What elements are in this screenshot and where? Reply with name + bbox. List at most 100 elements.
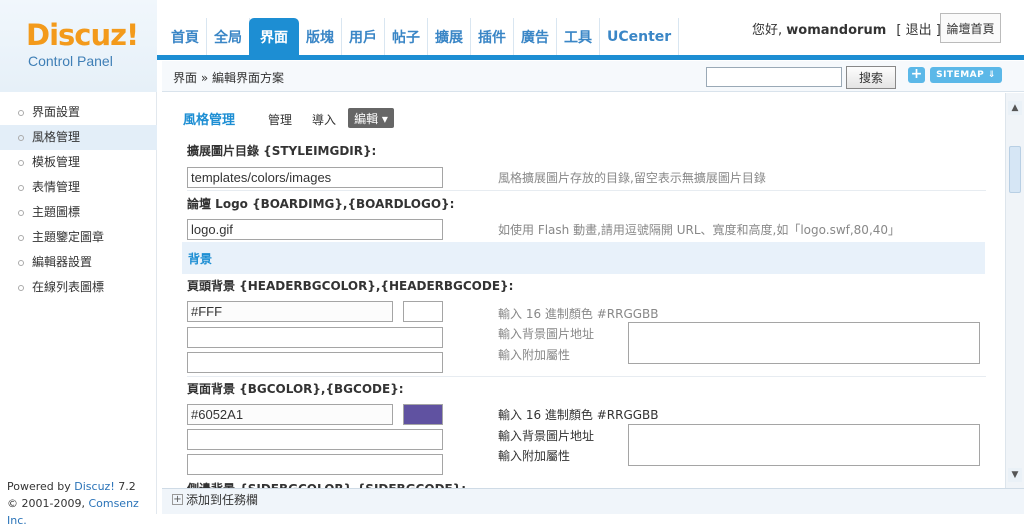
bullet-icon: [18, 284, 24, 291]
tab-8[interactable]: 廣告: [514, 18, 557, 56]
bullet-icon: [18, 234, 24, 241]
greeting: 您好,: [752, 23, 783, 38]
sidebar-item-2[interactable]: 模板管理: [0, 150, 157, 175]
pagebg-label: 頁面背景 {BGCOLOR},{BGCODE}:: [187, 382, 404, 396]
sidebar-item-5[interactable]: 主題鑒定圖章: [0, 225, 157, 250]
tab-5[interactable]: 帖子: [385, 18, 428, 56]
sidebar-item-label: 主題圖標: [32, 205, 81, 219]
main-content: 風格管理 管理 導入 編輯 ▾ 擴展圖片目錄 {STYLEIMGDIR}: 風格…: [162, 93, 1005, 488]
search-input[interactable]: [706, 67, 842, 87]
sidebg-label: 側邊背景 {SIDEBGCOLOR},{SIDEBGCODE}:: [187, 480, 466, 488]
sidebar-item-label: 在線列表圖標: [32, 280, 105, 294]
page-title: 風格管理: [183, 113, 236, 128]
bullet-icon: [18, 209, 24, 216]
sidebar-item-label: 表情管理: [32, 180, 81, 194]
taskbar: + 添加到任務欄: [162, 488, 1024, 514]
scroll-thumb[interactable]: [1009, 146, 1021, 193]
pagebg-color-swatch[interactable]: [403, 404, 443, 425]
logout-link[interactable]: [ 退出 ]: [896, 23, 940, 38]
sidebar-item-1[interactable]: 風格管理: [0, 125, 157, 150]
add-icon[interactable]: +: [172, 494, 183, 505]
headerbg-attr-input[interactable]: [187, 352, 443, 373]
tab-6[interactable]: 擴展: [428, 18, 471, 56]
tab-7[interactable]: 插件: [471, 18, 514, 56]
bullet-icon: [18, 109, 24, 116]
styleimgdir-input[interactable]: [187, 167, 443, 188]
edit-dropdown[interactable]: 編輯 ▾: [348, 108, 394, 128]
pagebg-color-input[interactable]: [187, 404, 393, 425]
bullet-icon: [18, 184, 24, 191]
add-shortcut-icon[interactable]: +: [908, 67, 925, 83]
sidebar-item-label: 風格管理: [32, 130, 81, 144]
headerbg-image-input[interactable]: [187, 327, 443, 348]
headerbg-hint-color: 輸入 16 進制顏色 #RRGGBB: [498, 307, 659, 321]
section-header-background: 背景: [182, 242, 985, 274]
pagebg-hint-image: 輸入背景圖片地址: [498, 429, 595, 443]
sidebar-item-label: 界面設置: [32, 105, 81, 119]
logo[interactable]: Discuz! Control Panel: [0, 0, 157, 92]
tab-0[interactable]: 首頁: [164, 18, 207, 56]
sidebar-item-label: 主題鑒定圖章: [32, 230, 105, 244]
headerbg-label: 頁頭背景 {HEADERBGCOLOR},{HEADERBGCODE}:: [187, 279, 514, 293]
forum-home-button[interactable]: 論壇首頁: [940, 13, 1001, 43]
bullet-icon: [18, 259, 24, 266]
headerbg-hint-attr: 輸入附加屬性: [498, 348, 571, 362]
section-title: 背景: [188, 252, 213, 266]
divider: [187, 376, 986, 377]
user-info: 您好, womandorum [ 退出 ]: [752, 19, 941, 38]
powered-version: 7.2: [114, 480, 136, 493]
styleimgdir-label: 擴展圖片目錄 {STYLEIMGDIR}:: [187, 144, 377, 158]
search-button[interactable]: 搜索: [846, 66, 896, 89]
boardimg-input[interactable]: [187, 219, 443, 240]
pagebg-attr-input[interactable]: [187, 454, 443, 475]
headerbg-attr-textarea[interactable]: [628, 322, 980, 364]
headerbg-hint-image: 輸入背景圖片地址: [498, 327, 595, 341]
boardimg-hint: 如使用 Flash 動畫,請用逗號隔開 URL、寬度和高度,如「logo.swf…: [498, 223, 901, 237]
powered-prefix: Powered by: [7, 480, 75, 493]
sidebar-item-label: 編輯器設置: [32, 255, 93, 269]
powered-by: Powered by Discuz! 7.2 © 2001-2009, Coms…: [7, 478, 156, 529]
sub-bar: 界面 » 編輯界面方案 搜索 + SITEMAP ⇓: [162, 61, 1024, 92]
sidebar-menu: 界面設置風格管理模板管理表情管理主題圖標主題鑒定圖章 編輯器設置在線列表圖標: [0, 100, 157, 300]
bullet-icon: [18, 159, 24, 166]
add-to-taskbar-link[interactable]: 添加到任務欄: [186, 491, 258, 508]
import-link[interactable]: 導入: [312, 111, 336, 128]
nav-underline: [157, 55, 1024, 60]
styleimgdir-hint: 風格擴展圖片存放的目錄,留空表示無擴展圖片目錄: [498, 171, 766, 185]
boardimg-label: 論壇 Logo {BOARDIMG},{BOARDLOGO}:: [187, 197, 455, 211]
tab-4[interactable]: 用戶: [342, 18, 385, 56]
bullet-icon: [18, 134, 24, 141]
logo-subtitle: Control Panel: [28, 53, 113, 69]
pagebg-attr-textarea[interactable]: [628, 424, 980, 466]
username: womandorum: [786, 23, 887, 38]
pagebg-hint-attr: 輸入附加屬性: [498, 449, 571, 463]
content-scrollbar[interactable]: ▲ ▼: [1005, 93, 1024, 490]
logo-brand: Discuz!: [26, 18, 139, 52]
headerbg-color-swatch[interactable]: [403, 301, 443, 322]
sidebar: 界面設置風格管理模板管理表情管理主題圖標主題鑒定圖章 編輯器設置在線列表圖標 Po…: [0, 92, 157, 527]
tab-3[interactable]: 版塊: [299, 18, 342, 56]
tab-9[interactable]: 工具: [557, 18, 600, 56]
scroll-up-icon[interactable]: ▲: [1008, 101, 1022, 115]
tab-2[interactable]: 界面: [249, 18, 299, 56]
sidebar-item-0[interactable]: 界面設置: [0, 100, 157, 125]
pagebg-hint-color: 輸入 16 進制顏色 #RRGGBB: [498, 408, 659, 422]
headerbg-color-input[interactable]: [187, 301, 393, 322]
divider: [187, 190, 986, 191]
manage-link[interactable]: 管理: [268, 111, 292, 128]
pagebg-image-input[interactable]: [187, 429, 443, 450]
tab-1[interactable]: 全局: [207, 18, 250, 56]
sidebar-item-4[interactable]: 主題圖標: [0, 200, 157, 225]
powered-link[interactable]: Discuz!: [74, 480, 114, 493]
tab-10[interactable]: UCenter: [600, 18, 680, 56]
scroll-down-icon[interactable]: ▼: [1008, 468, 1022, 482]
main-nav: 首頁 全局 界面 版塊 用戶 帖子 擴展 插件 廣告 工具 UCenter: [164, 18, 680, 56]
sitemap-button[interactable]: SITEMAP ⇓: [930, 67, 1002, 83]
sidebar-item-label: 模板管理: [32, 155, 81, 169]
sidebar-item-6[interactable]: 編輯器設置: [0, 250, 157, 275]
sidebar-item-7[interactable]: 在線列表圖標: [0, 275, 157, 300]
header: Discuz! Control Panel 首頁 全局 界面 版塊 用戶 帖子 擴展 插件 廣告…: [0, 0, 1024, 92]
breadcrumb: 界面 » 編輯界面方案: [173, 71, 284, 85]
sidebar-item-3[interactable]: 表情管理: [0, 175, 157, 200]
copyright-prefix: © 2001-2009,: [7, 497, 89, 510]
